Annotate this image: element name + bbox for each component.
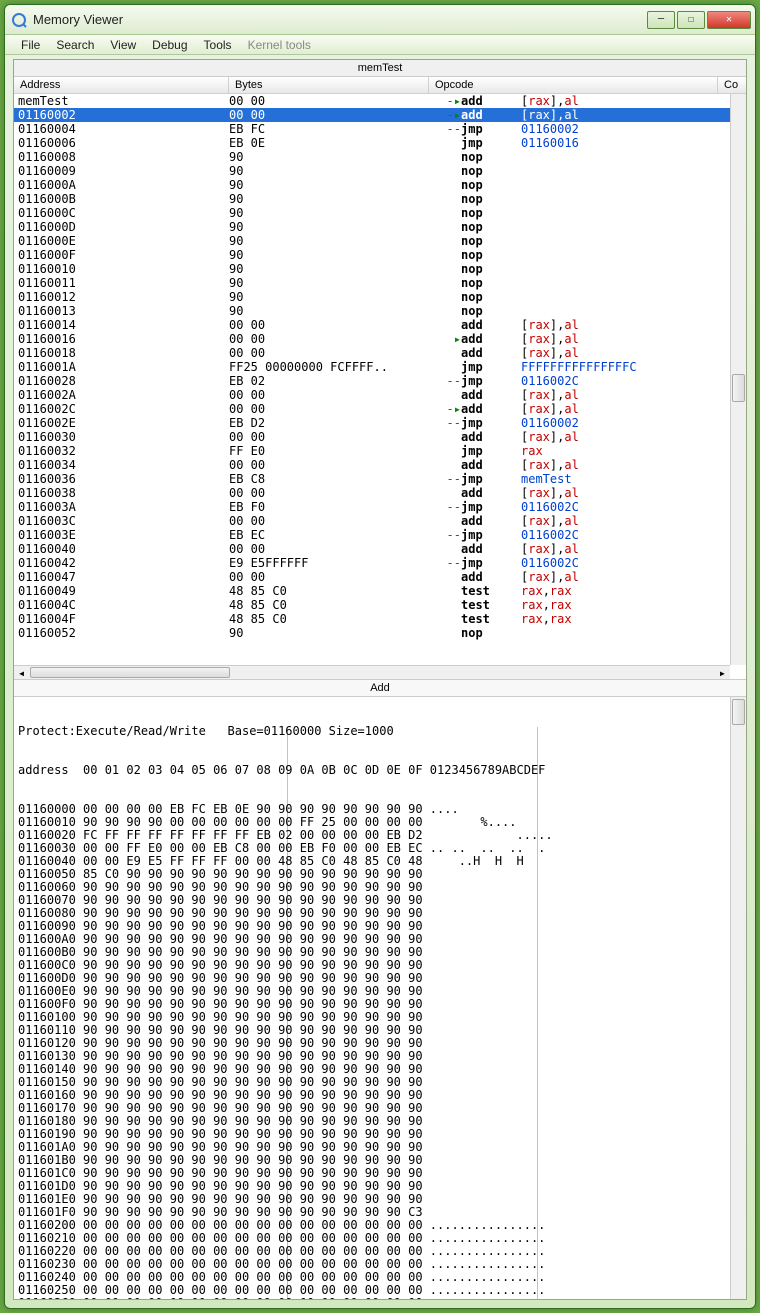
disasm-row[interactable]: 0116001190nop bbox=[14, 276, 730, 290]
disassembly-view[interactable]: memTest00 00-▸add[rax],al0116000200 00-▸… bbox=[14, 94, 746, 679]
window-title: Memory Viewer bbox=[33, 12, 645, 27]
hex-view[interactable]: Protect:Execute/Read/Write Base=01160000… bbox=[14, 697, 746, 1299]
disasm-row[interactable]: 0116004000 00add[rax],al bbox=[14, 542, 730, 556]
disasm-row[interactable]: 0116000D90nop bbox=[14, 220, 730, 234]
vscroll-thumb[interactable] bbox=[732, 374, 745, 402]
disasm-row[interactable]: 0116002C00 00-▸add[rax],al bbox=[14, 402, 730, 416]
hex-vscroll-thumb[interactable] bbox=[732, 699, 745, 725]
menu-tools[interactable]: Tools bbox=[196, 38, 240, 52]
disasm-row[interactable]: 01160006EB 0Ejmp01160016 bbox=[14, 136, 730, 150]
menu-debug[interactable]: Debug bbox=[144, 38, 195, 52]
disasm-row[interactable]: 0116003800 00add[rax],al bbox=[14, 486, 730, 500]
disasm-row[interactable]: 01160004EB FC--jmp01160002 bbox=[14, 122, 730, 136]
disasm-row[interactable]: 0116003C00 00add[rax],al bbox=[14, 514, 730, 528]
disasm-row[interactable]: 0116001600 00▸add[rax],al bbox=[14, 332, 730, 346]
disasm-row[interactable]: 0116000200 00-▸add[rax],al bbox=[14, 108, 730, 122]
add-button[interactable]: Add bbox=[14, 679, 746, 697]
disasm-row[interactable]: 0116003400 00add[rax],al bbox=[14, 458, 730, 472]
disasm-row[interactable]: 01160028EB 02--jmp0116002C bbox=[14, 374, 730, 388]
minimize-button[interactable]: ─ bbox=[647, 11, 675, 29]
disasm-row[interactable]: 0116001390nop bbox=[14, 304, 730, 318]
disasm-row[interactable]: 0116001800 00add[rax],al bbox=[14, 346, 730, 360]
menu-kernel-tools: Kernel tools bbox=[240, 38, 319, 52]
menubar: File Search View Debug Tools Kernel tool… bbox=[5, 35, 755, 55]
menu-search[interactable]: Search bbox=[48, 38, 102, 52]
col-address[interactable]: Address bbox=[14, 77, 229, 93]
disasm-row[interactable]: memTest00 00-▸add[rax],al bbox=[14, 94, 730, 108]
hex-protect-line: Protect:Execute/Read/Write Base=01160000… bbox=[18, 725, 730, 738]
disasm-row[interactable]: 0116004700 00add[rax],al bbox=[14, 570, 730, 584]
titlebar[interactable]: Memory Viewer ─ ☐ ✕ bbox=[5, 5, 755, 35]
hex-row[interactable]: 01160260 00 00 00 00 00 00 00 00 00 00 0… bbox=[18, 1297, 730, 1299]
app-icon bbox=[11, 12, 27, 28]
col-comment[interactable]: Co bbox=[718, 77, 746, 93]
disasm-row[interactable]: 0116004948 85 C0testrax,rax bbox=[14, 584, 730, 598]
disasm-row[interactable]: 01160032FF E0jmprax bbox=[14, 444, 730, 458]
window-buttons: ─ ☐ ✕ bbox=[645, 11, 751, 29]
disasm-row[interactable]: 0116000990nop bbox=[14, 164, 730, 178]
disasm-row[interactable]: 0116001090nop bbox=[14, 262, 730, 276]
disasm-row[interactable]: 0116000890nop bbox=[14, 150, 730, 164]
disasm-row[interactable]: 0116000B90nop bbox=[14, 192, 730, 206]
menu-file[interactable]: File bbox=[13, 38, 48, 52]
hex-vscrollbar[interactable] bbox=[730, 697, 746, 1299]
disasm-row[interactable]: 0116005290nop bbox=[14, 626, 730, 640]
disasm-vscrollbar[interactable] bbox=[730, 94, 746, 665]
disasm-row[interactable]: 0116002EEB D2--jmp01160002 bbox=[14, 416, 730, 430]
content-area: memTest Address Bytes Opcode Co memTest0… bbox=[13, 59, 747, 1300]
close-button[interactable]: ✕ bbox=[707, 11, 751, 29]
disasm-row[interactable]: 0116003000 00add[rax],al bbox=[14, 430, 730, 444]
disasm-row[interactable]: 0116001400 00add[rax],al bbox=[14, 318, 730, 332]
disasm-row[interactable]: 01160042E9 E5FFFFFF--jmp0116002C bbox=[14, 556, 730, 570]
disasm-row[interactable]: 0116000F90nop bbox=[14, 248, 730, 262]
disasm-row[interactable]: 0116001AFF25 00000000 FCFFFF..jmpFFFFFFF… bbox=[14, 360, 730, 374]
disasm-row[interactable]: 01160036EB C8--jmpmemTest bbox=[14, 472, 730, 486]
disasm-header[interactable]: Address Bytes Opcode Co bbox=[14, 77, 746, 94]
col-bytes[interactable]: Bytes bbox=[229, 77, 429, 93]
disasm-row[interactable]: 0116002A00 00add[rax],al bbox=[14, 388, 730, 402]
disasm-row[interactable]: 0116004C48 85 C0testrax,rax bbox=[14, 598, 730, 612]
disasm-row[interactable]: 0116000E90nop bbox=[14, 234, 730, 248]
disasm-row[interactable]: 0116000C90nop bbox=[14, 206, 730, 220]
disasm-row[interactable]: 0116004F48 85 C0testrax,rax bbox=[14, 612, 730, 626]
disasm-row[interactable]: 0116001290nop bbox=[14, 290, 730, 304]
memory-viewer-window: Memory Viewer ─ ☐ ✕ File Search View Deb… bbox=[4, 4, 756, 1309]
disasm-row[interactable]: 0116003AEB F0--jmp0116002C bbox=[14, 500, 730, 514]
disasm-label[interactable]: memTest bbox=[14, 60, 746, 77]
col-opcode[interactable]: Opcode bbox=[429, 77, 718, 93]
hex-header-line: address 00 01 02 03 04 05 06 07 08 09 0A… bbox=[18, 764, 730, 777]
disasm-row[interactable]: 0116003EEB EC--jmp0116002C bbox=[14, 528, 730, 542]
hscroll-thumb[interactable] bbox=[30, 667, 230, 678]
maximize-button[interactable]: ☐ bbox=[677, 11, 705, 29]
menu-view[interactable]: View bbox=[102, 38, 144, 52]
disasm-hscrollbar[interactable]: ◂▸ bbox=[14, 665, 730, 679]
disasm-row[interactable]: 0116000A90nop bbox=[14, 178, 730, 192]
